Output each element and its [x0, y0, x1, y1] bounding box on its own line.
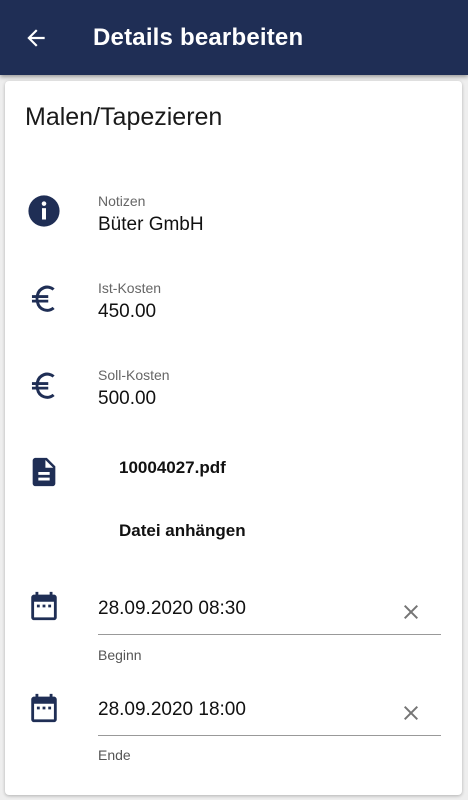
end-date-helper: Ende	[98, 747, 131, 763]
attach-file-button[interactable]: Datei anhängen	[119, 521, 246, 541]
actual-cost-value[interactable]: 450.00	[98, 301, 156, 323]
start-date-field[interactable]: 28.09.2020 08:30	[98, 590, 441, 635]
end-date-value: 28.09.2020 18:00	[98, 699, 246, 720]
card-title: Malen/Tapezieren	[25, 103, 223, 131]
back-button[interactable]	[20, 22, 52, 54]
attachment-file-link[interactable]: 10004027.pdf	[119, 458, 226, 478]
notes-label: Notizen	[98, 193, 146, 209]
target-cost-value[interactable]: 500.00	[98, 388, 156, 410]
actual-cost-label: Ist-Kosten	[98, 280, 162, 296]
start-date-helper: Beginn	[98, 647, 142, 663]
page-title: Details bearbeiten	[93, 24, 304, 51]
arrow-left-icon	[27, 29, 45, 47]
euro-icon	[27, 281, 61, 315]
details-card: Malen/Tapezieren Notizen Büter GmbH Ist-…	[5, 81, 462, 795]
clear-start-button[interactable]	[399, 600, 423, 624]
start-date-value: 28.09.2020 08:30	[98, 598, 246, 619]
clear-end-button[interactable]	[399, 701, 423, 725]
end-date-field[interactable]: 28.09.2020 18:00	[98, 691, 441, 736]
calendar-icon	[27, 589, 61, 623]
document-icon	[27, 455, 61, 489]
notes-value[interactable]: Büter GmbH	[98, 214, 204, 236]
close-icon	[404, 605, 418, 619]
target-cost-label: Soll-Kosten	[98, 367, 170, 383]
info-icon	[27, 194, 61, 228]
calendar-icon	[27, 691, 61, 725]
app-bar: Details bearbeiten	[0, 0, 468, 75]
close-icon	[404, 706, 418, 720]
euro-icon	[27, 368, 61, 402]
